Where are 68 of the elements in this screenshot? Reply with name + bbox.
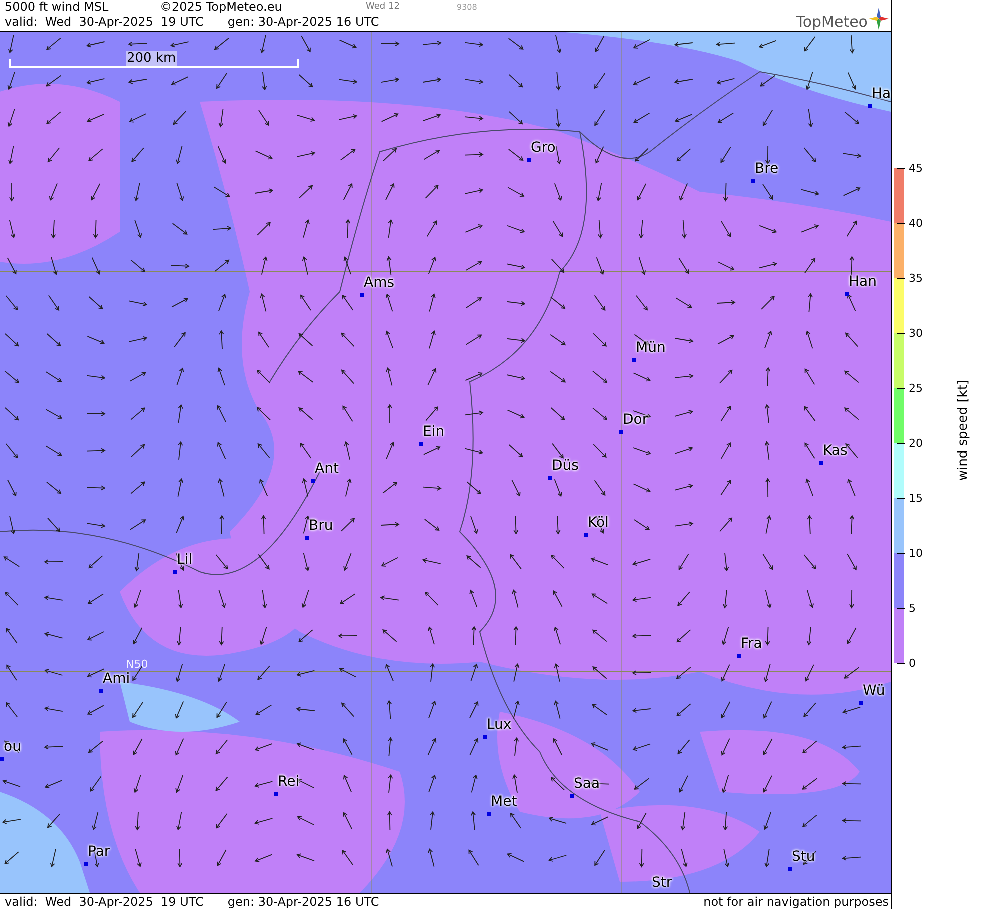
- city-marker-icon: [570, 794, 574, 798]
- logo-text: TopMeteo: [796, 14, 868, 30]
- city-marker-icon: [274, 792, 278, 796]
- city-label: Gro: [531, 140, 556, 156]
- city-label: Ha: [872, 86, 891, 102]
- city-label: Rei: [278, 774, 300, 790]
- city-marker-icon: [859, 701, 863, 705]
- scale-tick-label: 5: [909, 602, 916, 614]
- scale-tick-label: 40: [909, 216, 923, 230]
- city-marker-icon: [99, 689, 103, 693]
- city-marker-icon: [632, 358, 636, 362]
- scale-tick-label: 35: [909, 272, 923, 284]
- city-marker-icon: [419, 442, 423, 446]
- city-marker-icon: [173, 570, 177, 574]
- city-marker-icon: [360, 293, 364, 297]
- valid-time: valid: Wed 30-Apr-2025 19 UTC: [5, 894, 204, 908]
- map-title: 5000 ft wind MSL: [5, 0, 110, 15]
- city-marker-icon: [584, 533, 588, 537]
- city-marker-icon: [619, 430, 623, 434]
- city-label: Met: [491, 794, 518, 810]
- city-marker-icon: [527, 158, 531, 162]
- city-marker-icon: [311, 479, 315, 483]
- copyright-text: ©2025 TopMeteo.eu: [160, 0, 284, 15]
- scale-tick-label: 45: [909, 162, 923, 174]
- city-marker-icon: [487, 812, 491, 816]
- scale-tick-label: 10: [909, 546, 923, 560]
- city-label: Ant: [315, 461, 339, 477]
- city-label: Kas: [823, 443, 848, 459]
- city-marker-icon: [819, 461, 823, 465]
- scale-tick-label: 25: [909, 382, 923, 394]
- scale-label: 200 km: [126, 51, 178, 66]
- city-label: Bre: [755, 161, 779, 177]
- scale-tick-label: 20: [909, 436, 923, 450]
- city-marker-icon: [483, 735, 487, 739]
- city-marker-icon: [751, 179, 755, 183]
- city-label: Düs: [552, 458, 579, 474]
- city-label: Ein: [423, 424, 445, 440]
- city-label: Ams: [364, 275, 395, 291]
- generated-time: gen: 30-Apr-2025 16 UTC: [228, 15, 380, 30]
- latitude-label: N50: [126, 659, 148, 671]
- legend-title: wind speed [kt]: [956, 380, 971, 482]
- city-label: Dor: [623, 412, 648, 428]
- city-marker-icon: [737, 654, 741, 658]
- generated-time: gen: 30-Apr-2025 16 UTC: [228, 894, 380, 908]
- city-label: Lux: [487, 717, 512, 733]
- scale-tick-label: 30: [909, 326, 923, 340]
- disclaimer-text: not for air navigation purposes: [704, 894, 889, 908]
- city-label: Str: [652, 875, 672, 891]
- city-marker-icon: [548, 476, 552, 480]
- city-marker-icon: [305, 536, 309, 540]
- city-label: Han: [849, 274, 877, 290]
- scale-tick-label: 0: [909, 656, 916, 670]
- city-marker-icon: [788, 867, 792, 871]
- code-label: 9308: [457, 2, 478, 14]
- city-marker-icon: [84, 862, 88, 866]
- compass-star-icon: [869, 8, 889, 30]
- city-marker-icon: [868, 104, 872, 108]
- city-label: Bru: [309, 518, 334, 534]
- city-marker-icon: [0, 757, 4, 761]
- city-label: Saa: [574, 776, 600, 792]
- city-label: Wü: [863, 683, 886, 699]
- scale-tick-label: 15: [909, 492, 923, 504]
- valid-time: valid: Wed 30-Apr-2025 19 UTC: [5, 15, 204, 30]
- city-label: Ami: [103, 671, 130, 687]
- city-label: Mün: [636, 340, 666, 356]
- city-marker-icon: [845, 292, 849, 296]
- city-label: Fra: [741, 636, 762, 652]
- day-label: Wed 12: [366, 1, 401, 14]
